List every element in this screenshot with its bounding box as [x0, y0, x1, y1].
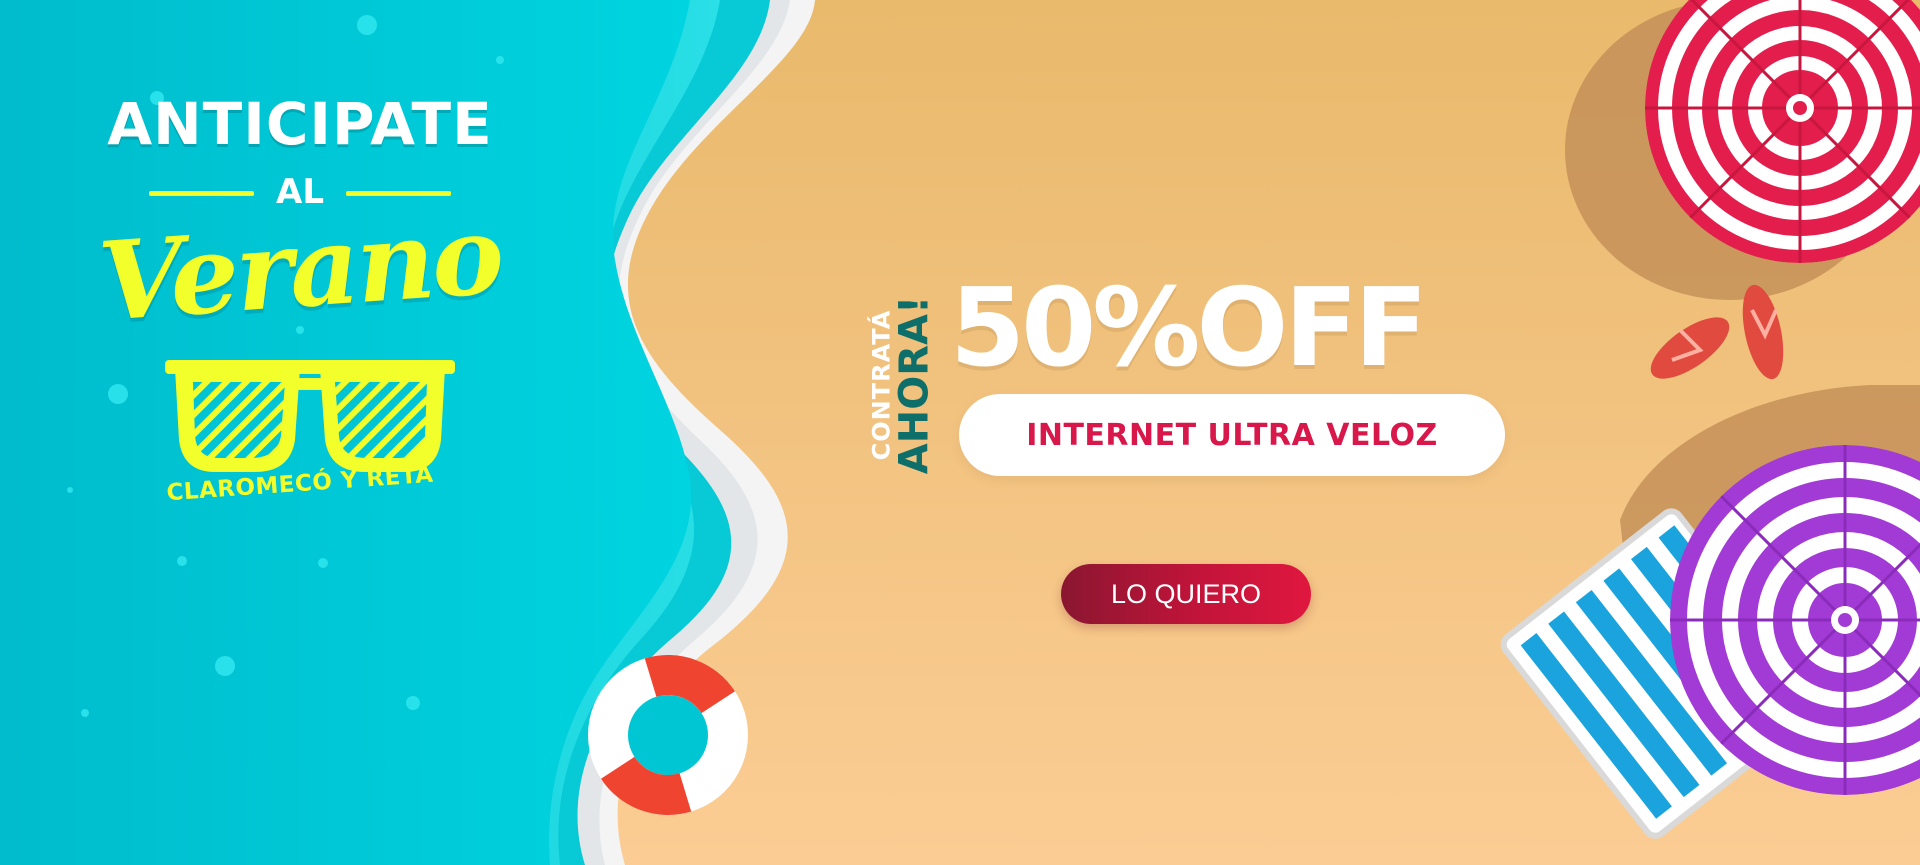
headline-verano: Verano [95, 192, 505, 346]
product-pill: INTERNET ULTRA VELOZ [959, 394, 1505, 476]
headline-anticipate: ANTICIPATE [107, 90, 493, 158]
product-text: INTERNET ULTRA VELOZ [1026, 417, 1438, 453]
ahora-text: AHORA! [891, 295, 938, 475]
discount-text: 50%OFF [950, 266, 1428, 391]
headline-bar-left [149, 191, 254, 196]
headline-bar-right [345, 191, 451, 196]
sunglasses-icon [165, 360, 455, 472]
summer-promo-banner: ANTICIPATE AL Verano CLAROMECÓ Y RETA CO… [0, 0, 1920, 865]
lo-quiero-button[interactable]: LO QUIERO [1061, 564, 1311, 624]
contrata-ahora-label: CONTRATÁ AHORA! [862, 290, 942, 480]
